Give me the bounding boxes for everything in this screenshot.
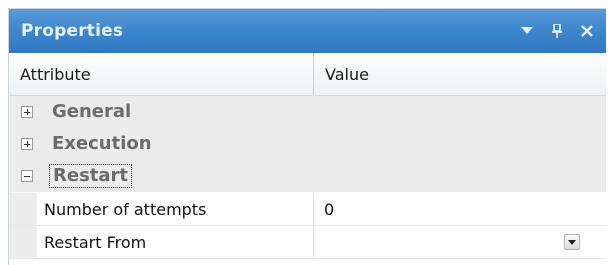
category-row-restart[interactable]: Restart xyxy=(9,160,606,192)
value-header-label: Value xyxy=(325,64,369,84)
property-value-cell[interactable]: 0 xyxy=(314,193,606,225)
category-label-restart: Restart xyxy=(49,164,133,188)
pin-icon[interactable] xyxy=(546,20,568,42)
category-label-general: General xyxy=(52,101,132,122)
property-name: Restart From xyxy=(44,232,147,252)
expand-icon[interactable] xyxy=(21,106,33,118)
value-column-header[interactable]: Value xyxy=(314,53,606,95)
attribute-column-header[interactable]: Attribute xyxy=(9,53,314,95)
property-name: Number of attempts xyxy=(44,199,207,219)
panel-title: Properties xyxy=(21,21,124,41)
expand-icon[interactable] xyxy=(21,138,33,150)
property-row-restart-from[interactable]: Restart From xyxy=(9,226,606,259)
property-name-cell: Restart From xyxy=(9,226,314,258)
property-value[interactable]: 0 xyxy=(324,200,334,219)
dropdown-button[interactable] xyxy=(564,234,580,250)
chevron-down-icon xyxy=(568,239,576,245)
attribute-header-label: Attribute xyxy=(20,64,91,84)
category-row-execution[interactable]: Execution xyxy=(9,128,606,160)
collapse-icon[interactable] xyxy=(21,170,33,182)
properties-panel: Properties Attribute Value General Execu… xyxy=(8,8,606,265)
category-label-execution: Execution xyxy=(52,133,152,154)
panel-title-bar: Properties xyxy=(9,9,606,53)
grid-header-row: Attribute Value xyxy=(9,53,606,96)
property-name-cell: Number of attempts xyxy=(9,193,314,225)
category-row-general[interactable]: General xyxy=(9,96,606,128)
close-icon[interactable] xyxy=(576,20,598,42)
property-value-cell[interactable] xyxy=(314,226,606,258)
dropdown-arrow-icon[interactable] xyxy=(516,20,538,42)
property-row-number-of-attempts[interactable]: Number of attempts 0 xyxy=(9,193,606,226)
